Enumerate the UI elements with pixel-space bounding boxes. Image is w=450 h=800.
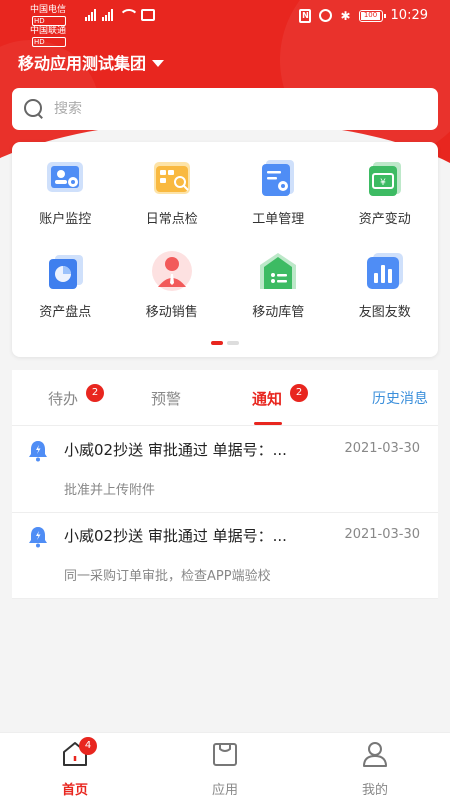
hd-badge: HD [32,16,67,26]
app-account-monitor[interactable]: 账户监控 [12,156,119,227]
tab-warning[interactable]: 预警 [151,388,181,409]
alarm-icon [319,9,333,22]
wifi-icon [119,9,139,21]
active-tab-indicator [254,422,282,425]
search-bar[interactable] [12,88,438,130]
asset-inventory-icon [49,255,84,289]
app-grid: 账户监控 日常点检 工单管理 ¥ 资产变动 资产盘点 移动销售 移动库管 友图友… [12,156,438,320]
bell-icon [29,527,47,548]
app-label: 资产变动 [358,212,411,227]
apps-icon [213,743,237,766]
app-grid-card: 账户监控 日常点检 工单管理 ¥ 资产变动 资产盘点 移动销售 移动库管 友图友… [12,142,438,357]
daily-check-icon [153,162,190,194]
app-asset-change[interactable]: ¥ 资产变动 [332,156,439,227]
app-daily-check[interactable]: 日常点检 [119,156,226,227]
home-badge: 4 [79,737,97,755]
app-label: 工单管理 [252,212,305,227]
app-label: 资产盘点 [39,305,92,320]
clock: 10:29 [390,8,428,23]
status-right: N ✱ 100 10:29 [299,8,428,23]
org-name: 移动应用测试集团 [18,54,147,73]
app-asset-inventory[interactable]: 资产盘点 [12,249,119,320]
notice-date: 2021-03-30 [344,441,420,456]
app-work-order[interactable]: 工单管理 [225,156,332,227]
carrier-info: 中国电信 HD 中国联通 HD [30,5,67,47]
asset-change-icon: ¥ [368,162,401,196]
notice-title: 小威02抄送 审批通过 单据号：... [64,527,287,545]
bluetooth-icon: ✱ [340,8,351,23]
hd-badge: HD [32,37,67,47]
notice-title: 小威02抄送 审批通过 单据号：... [64,441,287,459]
mobile-warehouse-icon [260,253,297,289]
nav-label: 应用 [211,783,238,798]
notification-icon [141,9,155,21]
message-panel: 待办 2 预警 通知 2 历史消息 小威02抄送 审批通过 单据号：... 20… [12,370,438,599]
app-label: 友图友数 [358,305,411,320]
search-icon [24,99,44,119]
bottom-navigation: 4 首页 应用 我的 [0,732,450,800]
todo-badge: 2 [86,384,104,402]
app-mobile-warehouse[interactable]: 移动库管 [225,249,332,320]
app-chart-data[interactable]: 友图友数 [332,249,439,320]
signal-group [85,9,155,21]
page-dot [227,341,239,345]
nav-profile[interactable]: 我的 [345,741,405,798]
carrier-2: 中国联通 HD [30,26,67,47]
notice-item[interactable]: 小威02抄送 审批通过 单据号：... 2021-03-30 批准并上传附件 [12,427,438,513]
mobile-sales-icon [151,251,192,291]
tab-todo[interactable]: 待办 2 [48,384,104,409]
signal-icon [102,9,113,21]
app-label: 日常点检 [145,212,198,227]
app-label: 账户监控 [39,212,92,227]
nav-apps[interactable]: 应用 [195,741,255,798]
battery-icon: 100 [358,9,386,22]
notice-description: 批准并上传附件 [64,483,156,498]
chart-data-icon [366,253,403,289]
app-label: 移动库管 [252,305,305,320]
svg-text:¥: ¥ [380,178,386,188]
tab-notice[interactable]: 通知 2 [252,384,308,425]
account-monitor-icon [47,162,84,192]
page-dot-active [211,341,223,345]
nfc-icon: N [299,8,312,23]
nav-home[interactable]: 4 首页 [45,737,105,798]
search-input[interactable] [54,101,394,117]
notice-date: 2021-03-30 [344,527,420,542]
bell-icon [29,441,47,462]
profile-icon [363,742,387,767]
page-indicator [12,341,438,345]
caret-down-icon [152,59,165,67]
notice-badge: 2 [290,384,308,402]
app-label: 移动销售 [145,305,198,320]
history-messages-link[interactable]: 历史消息 [372,388,428,408]
nav-label: 首页 [61,783,88,798]
notice-item[interactable]: 小威02抄送 审批通过 单据号：... 2021-03-30 同一采购订单审批，… [12,513,438,599]
signal-icon [85,9,96,21]
message-tabs: 待办 2 预警 通知 2 历史消息 [12,370,438,426]
app-mobile-sales[interactable]: 移动销售 [119,249,226,320]
carrier-1: 中国电信 HD [30,5,67,26]
notice-description: 同一采购订单审批，检查APP端验校 [64,569,271,584]
org-selector[interactable]: 移动应用测试集团 [18,50,165,74]
status-bar: 中国电信 HD 中国联通 HD N ✱ 100 10:29 [0,0,450,47]
nav-label: 我的 [361,783,388,798]
work-order-icon [262,160,295,196]
